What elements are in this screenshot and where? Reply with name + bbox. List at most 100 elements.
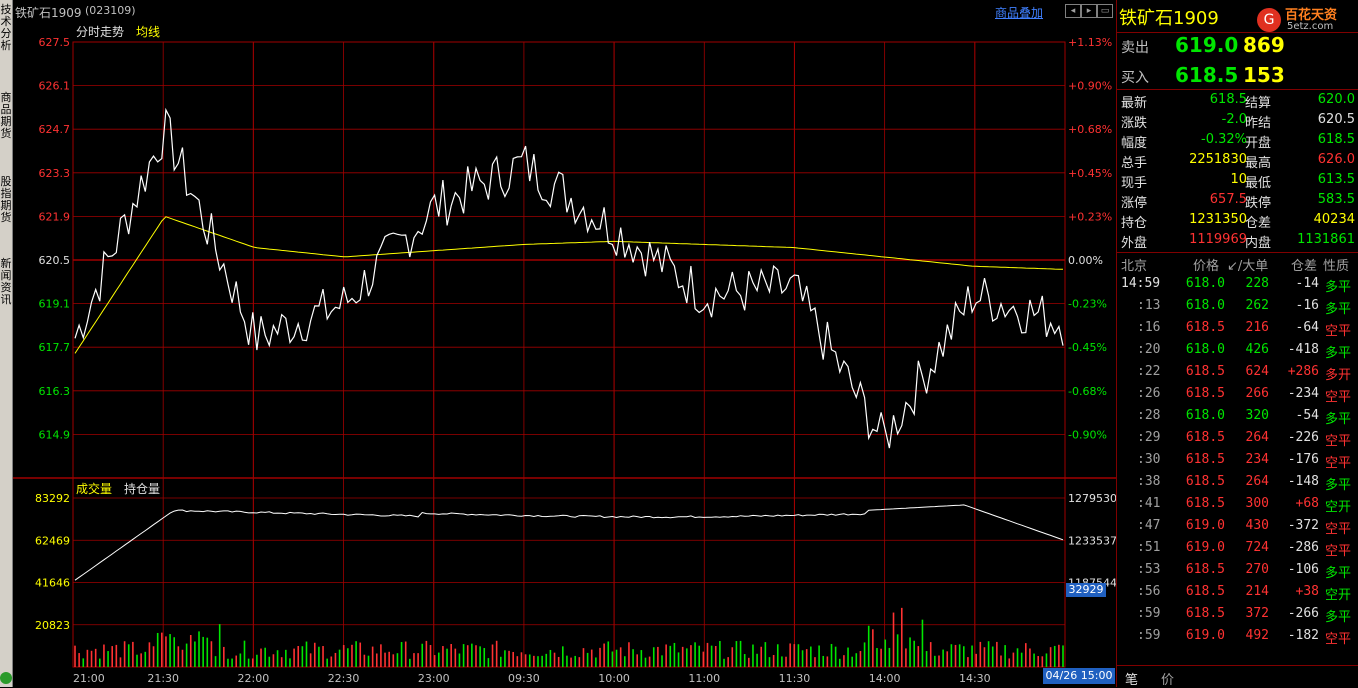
tick-volume: 300 <box>1245 496 1269 511</box>
prev-period-icon[interactable]: ◂ <box>1065 4 1081 18</box>
time-tick-label: 22:00 <box>238 672 270 685</box>
tick-row[interactable]: :16 618.5 216 -64 空平 <box>1121 317 1357 339</box>
tick-row[interactable]: :13 618.0 262 -16 多平 <box>1121 295 1357 317</box>
tick-price: 618.0 <box>1185 342 1225 357</box>
tick-price: 618.0 <box>1185 276 1225 291</box>
stats-value: 657.5 <box>1209 192 1247 207</box>
stats-value: 1119969 <box>1189 232 1247 247</box>
tick-row[interactable]: :51 619.0 724 -286 空平 <box>1121 537 1357 559</box>
tick-oi-change: +38 <box>1295 584 1319 599</box>
volume-tick-label: 20823 <box>35 619 70 632</box>
tick-volume: 264 <box>1245 474 1269 489</box>
tick-nature: 多平 <box>1325 610 1352 625</box>
tick-row[interactable]: :22 618.5 624 +286 多开 <box>1121 361 1357 383</box>
tab-index-futures[interactable]: 股指期货 <box>0 176 12 242</box>
date-time-badge: 04/26 15:00 <box>1043 668 1115 684</box>
quote-panel: 铁矿石1909 G 百花天资 5etz.com 卖出 619.0 869 买入 … <box>1116 0 1358 688</box>
next-period-icon[interactable]: ▸ <box>1081 4 1097 18</box>
tab-technical-analysis[interactable]: 技术分析 <box>0 4 12 70</box>
axis-labels: 627.5 +1.13% 626.1 +0.90% 624.7 +0.68% 623.3 +0… <box>35 36 1116 685</box>
tick-oi-change: -372 <box>1287 518 1319 533</box>
tick-oi-change: -54 <box>1295 408 1319 423</box>
price-line <box>74 107 1064 449</box>
pct-tick-label: -0.23% <box>1068 298 1107 311</box>
tick-row[interactable]: :47 619.0 430 -372 空平 <box>1121 515 1357 537</box>
tick-time: :20 <box>1137 342 1161 357</box>
tick-time: :28 <box>1137 408 1161 423</box>
window-restore-icon[interactable]: ▭ <box>1097 4 1113 18</box>
stats-value: -0.32% <box>1201 132 1247 147</box>
stats-label: 结算 <box>1245 96 1272 111</box>
tick-time: :56 <box>1137 584 1161 599</box>
stats-value: 618.5 <box>1209 92 1247 107</box>
overlay-commodity-link[interactable]: 商品叠加 <box>995 4 1043 21</box>
contract-code: (023109) <box>85 4 136 17</box>
tick-row[interactable]: :29 618.5 264 -226 空平 <box>1121 427 1357 449</box>
oi-tick-label: 1233537 <box>1068 534 1116 547</box>
stats-label: 最高 <box>1245 156 1272 171</box>
tick-nature: 空平 <box>1325 522 1352 537</box>
pct-tick-label: +0.45% <box>1068 167 1112 180</box>
tick-row[interactable]: :28 618.0 320 -54 多平 <box>1121 405 1357 427</box>
tick-row[interactable]: :30 618.5 234 -176 空平 <box>1121 449 1357 471</box>
time-tick-label: 10:00 <box>598 672 630 685</box>
tick-row[interactable]: 14:59 618.0 228 -14 多平 <box>1121 273 1357 295</box>
tab-trades[interactable]: 笔 <box>1125 669 1138 688</box>
stats-value: 618.5 <box>1317 132 1355 147</box>
tick-header-price: 价格 <box>1193 259 1220 274</box>
tick-nature: 空开 <box>1325 500 1352 515</box>
stats-value: -2.0 <box>1221 112 1247 127</box>
tick-price: 618.5 <box>1185 606 1225 621</box>
tab-news[interactable]: 新闻资讯 <box>0 258 12 324</box>
time-tick-label: 11:00 <box>688 672 720 685</box>
pct-tick-label: +0.68% <box>1068 123 1112 136</box>
tick-nature: 空平 <box>1325 632 1352 647</box>
tick-row[interactable]: :38 618.5 264 -148 多平 <box>1121 471 1357 493</box>
tick-price: 618.0 <box>1185 408 1225 423</box>
tick-row[interactable]: :26 618.5 266 -234 空平 <box>1121 383 1357 405</box>
tick-price: 618.5 <box>1185 430 1225 445</box>
tick-header-nature: 性质 <box>1323 259 1350 274</box>
stats-row: 现手 10 最低 613.5 <box>1121 170 1357 191</box>
buy-volume: 153 <box>1243 63 1285 87</box>
stats-label: 最低 <box>1245 176 1272 191</box>
tick-row[interactable]: :53 618.5 270 -106 多平 <box>1121 559 1357 581</box>
tick-price: 618.5 <box>1185 562 1225 577</box>
tab-price[interactable]: 价 <box>1161 669 1174 688</box>
chart-title-bar: 铁矿石1909 (023109) 商品叠加 ◂ ▸ ▭ <box>13 0 1116 22</box>
volume-tick-label: 62469 <box>35 534 70 547</box>
time-tick-label: 21:00 <box>73 672 105 685</box>
price-tick-label: 619.1 <box>39 298 71 311</box>
price-tick-label: 627.5 <box>39 36 71 49</box>
stats-label: 涨停 <box>1121 196 1148 211</box>
sell-volume: 869 <box>1243 33 1285 57</box>
bottom-tabs: 笔 价 <box>1117 665 1358 688</box>
tick-time: :53 <box>1137 562 1161 577</box>
buy-price: 618.5 <box>1175 63 1239 87</box>
tick-row[interactable]: :41 618.5 300 +68 空开 <box>1121 493 1357 515</box>
tick-volume: 214 <box>1245 584 1269 599</box>
tick-volume: 264 <box>1245 430 1269 445</box>
tick-volume: 430 <box>1245 518 1269 533</box>
tick-nature: 空开 <box>1325 588 1352 603</box>
stats-row: 外盘 1119969 内盘 1131861 <box>1121 230 1357 251</box>
tick-time: :41 <box>1137 496 1161 511</box>
stats-value: 10 <box>1230 172 1247 187</box>
tick-row[interactable]: :20 618.0 426 -418 多平 <box>1121 339 1357 361</box>
legend-volume: 成交量 <box>76 482 113 496</box>
stats-value: 626.0 <box>1317 152 1355 167</box>
tick-nature: 多平 <box>1325 478 1352 493</box>
price-tick-label: 617.7 <box>39 341 71 354</box>
pct-tick-label: -0.90% <box>1068 428 1107 441</box>
sell-label: 卖出 <box>1121 40 1149 56</box>
intraday-chart[interactable]: 627.5 +1.13% 626.1 +0.90% 624.7 +0.68% 623.3 +0… <box>13 22 1116 687</box>
tick-row[interactable]: :59 619.0 492 -182 空平 <box>1121 625 1357 647</box>
pct-tick-label: +1.13% <box>1068 36 1112 49</box>
tab-commodity-futures[interactable]: 商品期货 <box>0 92 12 158</box>
tick-row[interactable]: :56 618.5 214 +38 空开 <box>1121 581 1357 603</box>
tick-oi-change: -234 <box>1287 386 1319 401</box>
stats-value: 40234 <box>1313 212 1355 227</box>
tick-row[interactable]: :59 618.5 372 -266 多平 <box>1121 603 1357 625</box>
tick-list[interactable]: 14:59 618.0 228 -14 多平:13 618.0 262 -16 多平:16 618… <box>1117 273 1358 659</box>
tick-oi-change: -106 <box>1287 562 1319 577</box>
